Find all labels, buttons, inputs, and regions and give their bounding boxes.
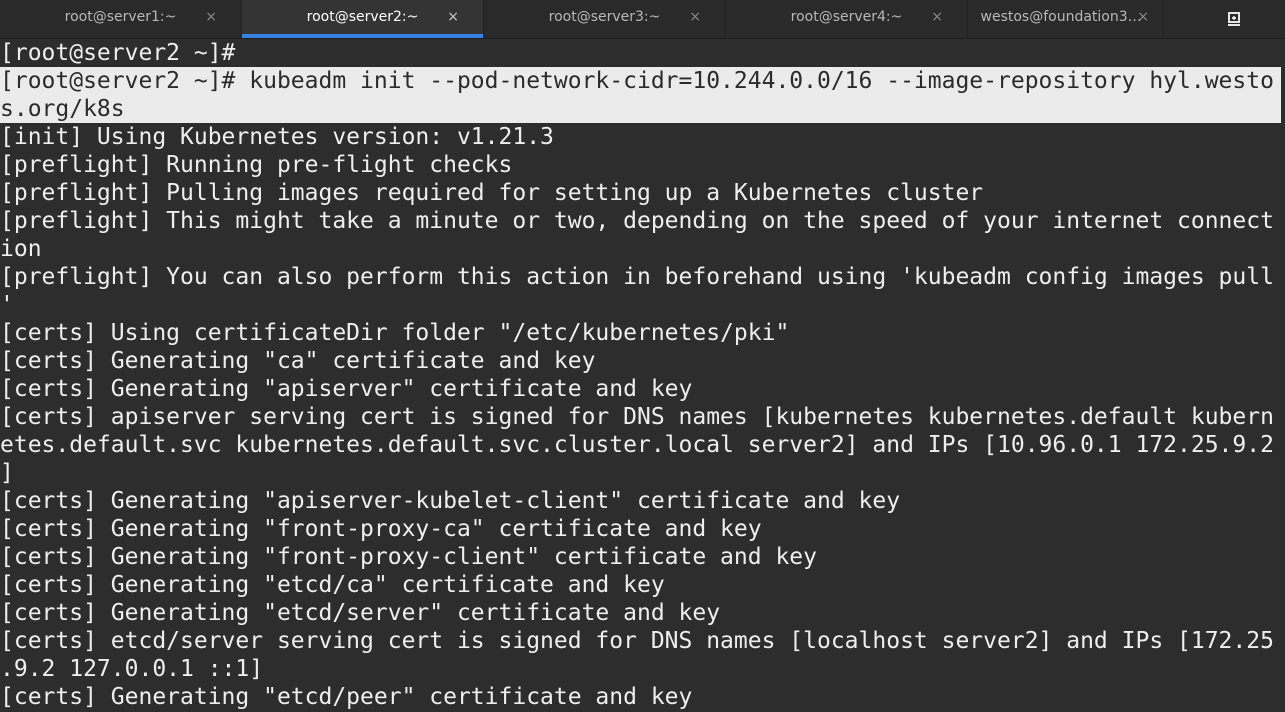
terminal-line: [certs] Generating "ca" certificate and … xyxy=(0,348,596,374)
terminal-line: [certs] Generating "front-proxy-ca" cert… xyxy=(0,516,762,542)
terminal-line: [certs] Generating "etcd/server" certifi… xyxy=(0,600,721,626)
tab-overview-button[interactable] xyxy=(1216,4,1252,34)
close-icon[interactable]: × xyxy=(689,0,701,34)
terminal-line: [preflight] Pulling images required for … xyxy=(0,180,984,206)
terminal-line: [preflight] This might take a minute or … xyxy=(0,208,1274,234)
tab-label: root@server1:~ xyxy=(64,9,177,25)
terminal-line: [certs] Generating "etcd/ca" certificate… xyxy=(0,572,665,598)
terminal-line: [certs] Generating "apiserver" certifica… xyxy=(0,376,693,402)
terminal-output[interactable]: [root@server2 ~]# [root@server2 ~]# kube… xyxy=(0,39,1285,712)
terminal-window: root@server1:~ × root@server2:~ × root@s… xyxy=(0,0,1285,712)
terminal-line: .9.2 127.0.0.1 ::1] xyxy=(0,656,264,682)
tab-label: root@server2:~ xyxy=(306,9,419,25)
tab-server4[interactable]: root@server4:~ × xyxy=(726,0,968,38)
tab-overview-area xyxy=(1192,0,1285,38)
close-icon[interactable]: × xyxy=(931,0,943,34)
terminal-line: etes.default.svc kubernetes.default.svc.… xyxy=(0,432,1274,458)
terminal-line: ' xyxy=(0,292,14,318)
terminal-line: [certs] Generating "etcd/peer" certifica… xyxy=(0,684,693,710)
tab-overview-icon xyxy=(1227,12,1240,26)
terminal-line: [certs] etcd/server serving cert is sign… xyxy=(0,628,1274,654)
terminal-line: [preflight] Running pre-flight checks xyxy=(0,152,513,178)
terminal-line: [init] Using Kubernetes version: v1.21.3 xyxy=(0,124,554,150)
terminal-line: [certs] Using certificateDir folder "/et… xyxy=(0,320,790,346)
terminal-line-selected: s.org/k8s xyxy=(0,95,1281,123)
tab-foundation39[interactable]: westos@foundation39:/h… × xyxy=(968,0,1164,38)
tab-label: root@server3:~ xyxy=(548,9,661,25)
close-icon[interactable]: × xyxy=(1137,0,1149,34)
active-tab-indicator xyxy=(242,34,483,38)
terminal-line: [root@server2 ~]# xyxy=(0,40,236,66)
tab-label: root@server4:~ xyxy=(790,9,903,25)
terminal-line: [preflight] You can also perform this ac… xyxy=(0,264,1274,290)
terminal-line: ion xyxy=(0,236,42,262)
terminal-line: ] xyxy=(0,460,14,486)
terminal-line: [certs] Generating "front-proxy-client" … xyxy=(0,544,817,570)
terminal-line-selected: [root@server2 ~]# kubeadm init --pod-net… xyxy=(0,67,1281,95)
close-icon[interactable]: × xyxy=(205,0,217,34)
terminal-line: [certs] Generating "apiserver-kubelet-cl… xyxy=(0,488,901,514)
tab-server1[interactable]: root@server1:~ × xyxy=(0,0,242,38)
tab-label: westos@foundation39:/h… xyxy=(980,9,1151,25)
close-icon[interactable]: × xyxy=(447,0,459,34)
tab-bar: root@server1:~ × root@server2:~ × root@s… xyxy=(0,0,1285,39)
tab-server3[interactable]: root@server3:~ × xyxy=(484,0,726,38)
tab-server2[interactable]: root@server2:~ × xyxy=(242,0,484,38)
terminal-line: [certs] apiserver serving cert is signed… xyxy=(0,404,1274,430)
